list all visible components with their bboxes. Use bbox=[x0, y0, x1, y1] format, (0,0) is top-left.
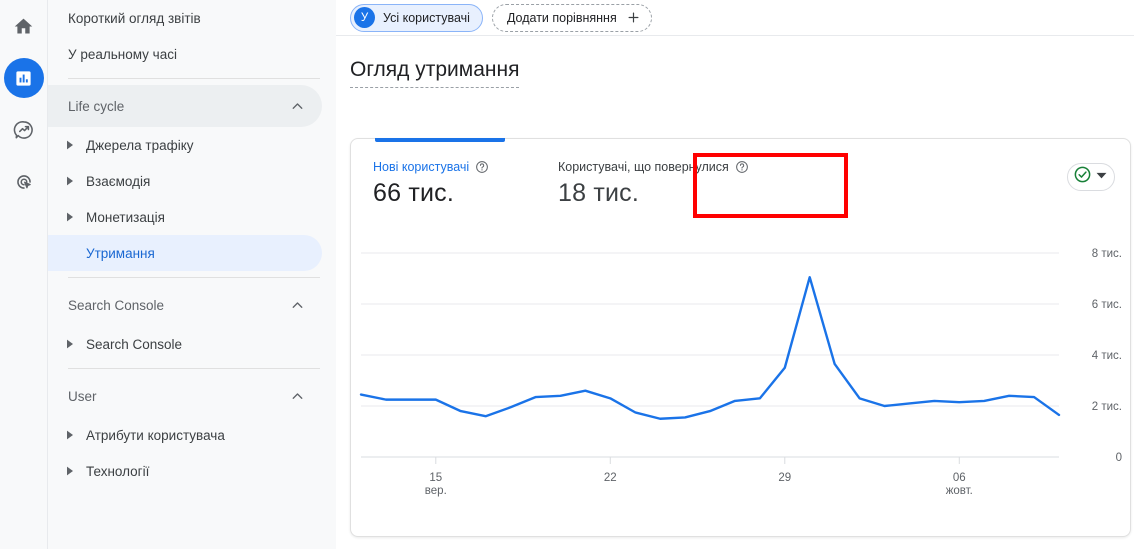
chart-y-tick-label: 8 тис. bbox=[1092, 248, 1122, 260]
chart-svg: 8 тис. 6 тис. 4 тис. 2 тис. 0 15вер. 22 29 06жов… bbox=[359, 248, 1122, 497]
help-circle-icon[interactable] bbox=[475, 160, 489, 174]
metric-new-users-head: Нові користувачі bbox=[373, 160, 558, 174]
chevron-up-icon bbox=[289, 98, 306, 115]
caret-right-icon bbox=[62, 430, 78, 440]
sidebar-group-label: Life cycle bbox=[68, 98, 125, 114]
sidebar-divider-1 bbox=[68, 78, 320, 79]
card-status-dropdown[interactable] bbox=[1067, 163, 1115, 191]
sidebar-item-acquisition[interactable]: Джерела трафіку bbox=[48, 127, 322, 163]
active-metric-tab-indicator bbox=[375, 138, 505, 142]
explore-icon bbox=[13, 119, 35, 141]
sidebar-item-engagement[interactable]: Взаємодія bbox=[48, 163, 322, 199]
plus-icon bbox=[626, 10, 641, 25]
analytics-app: Короткий огляд звітів У реальному часі L… bbox=[0, 0, 1134, 549]
add-comparison-chip[interactable]: Додати порівняння bbox=[491, 3, 652, 32]
home-icon bbox=[13, 16, 34, 37]
rail-item-home[interactable] bbox=[4, 6, 44, 46]
chart-x-tick-label: 06 bbox=[953, 472, 966, 484]
chevron-up-icon bbox=[289, 388, 306, 405]
chart-x-tick-label: 29 bbox=[778, 472, 791, 484]
sidebar-item-monetisation[interactable]: Монетизація bbox=[48, 199, 322, 235]
sidebar-item-label: У реальному часі bbox=[68, 46, 177, 62]
sidebar-item-label: Утримання bbox=[86, 245, 155, 261]
audience-chip-label: Усі користувачі bbox=[383, 10, 470, 25]
page-title-underline bbox=[350, 87, 520, 88]
reports-icon bbox=[14, 69, 33, 88]
caret-right-icon bbox=[62, 212, 78, 222]
chart-y-tick-label: 6 тис. bbox=[1092, 299, 1122, 311]
new-users-trend-chart[interactable]: 8 тис. 6 тис. 4 тис. 2 тис. 0 15 вер. 22 29 06 жов… bbox=[351, 235, 1132, 525]
sidebar-item-label: Монетизація bbox=[86, 209, 165, 225]
page-title-text: Огляд утримання bbox=[350, 58, 520, 81]
metric-new-users[interactable]: Нові користувачі 66 тис. bbox=[373, 160, 558, 208]
chart-y-tick-label: 0 bbox=[1116, 452, 1122, 464]
metric-returning-users-value: 18 тис. bbox=[558, 179, 640, 207]
chart-y-tick-label: 2 тис. bbox=[1092, 401, 1122, 413]
sidebar-group-label: Search Console bbox=[68, 297, 165, 313]
sidebar-item-label: Атрибути користувача bbox=[86, 427, 225, 443]
sidebar-group-search-console[interactable]: Search Console bbox=[48, 284, 322, 326]
audience-avatar: У bbox=[354, 7, 375, 28]
metric-returning-users-label: Користувачі, що повернулися bbox=[558, 160, 729, 174]
icon-rail bbox=[0, 0, 48, 549]
rail-item-reports[interactable] bbox=[3, 58, 44, 98]
sidebar-item-label: Джерела трафіку bbox=[86, 137, 194, 153]
sidebar-item-search-console[interactable]: Search Console bbox=[48, 326, 322, 362]
sidebar-item-label: Короткий огляд звітів bbox=[68, 10, 201, 26]
chart-x-tick-sublabel: жовт. bbox=[946, 485, 973, 497]
sidebar-item-user-attributes[interactable]: Атрибути користувача bbox=[48, 417, 322, 453]
metric-returning-users-head: Користувачі, що повернулися bbox=[558, 160, 749, 174]
metric-new-users-value: 66 тис. bbox=[373, 179, 455, 207]
main-content: У Усі користувачі Додати порівняння Огля… bbox=[336, 0, 1134, 549]
comparison-toolbar: У Усі користувачі Додати порівняння bbox=[336, 0, 1134, 36]
sidebar-item-realtime[interactable]: У реальному часі bbox=[48, 36, 322, 72]
chart-x-tick-label: 15 bbox=[429, 472, 442, 484]
sidebar-item-label: Технології bbox=[86, 463, 150, 479]
sidebar-group-user[interactable]: User bbox=[48, 375, 322, 417]
caret-right-icon bbox=[62, 176, 78, 186]
sidebar-item-label: Взаємодія bbox=[86, 173, 151, 189]
caret-right-icon bbox=[62, 466, 78, 476]
sidebar-divider-2 bbox=[68, 277, 320, 278]
chart-x-tick-label: 22 bbox=[604, 472, 617, 484]
chart-y-tick-label: 4 тис. bbox=[1092, 350, 1122, 362]
sidebar-group-life-cycle[interactable]: Life cycle bbox=[48, 85, 322, 127]
help-circle-icon[interactable] bbox=[735, 160, 749, 174]
sidebar-divider-3 bbox=[68, 368, 320, 369]
sidebar-item-label: Search Console bbox=[86, 336, 183, 352]
add-comparison-label: Додати порівняння bbox=[506, 10, 617, 25]
metric-summary-row: Нові користувачі 66 тис. Користувачі, що… bbox=[351, 139, 1130, 208]
sidebar-item-retention[interactable]: Утримання bbox=[48, 235, 322, 271]
caret-right-icon bbox=[62, 140, 78, 150]
sidebar-item-reports-snapshot[interactable]: Короткий огляд звітів bbox=[48, 0, 322, 36]
rail-item-advertising[interactable] bbox=[4, 162, 44, 202]
caret-right-icon bbox=[62, 339, 78, 349]
sidebar-nav: Короткий огляд звітів У реальному часі L… bbox=[48, 0, 336, 549]
metric-returning-users[interactable]: Користувачі, що повернулися 18 тис. bbox=[558, 160, 749, 208]
sidebar-group-label: User bbox=[68, 388, 97, 404]
metric-new-users-label: Нові користувачі bbox=[373, 160, 470, 174]
check-circle-icon bbox=[1073, 165, 1092, 189]
page-title: Огляд утримання bbox=[336, 36, 520, 88]
advertising-icon bbox=[13, 171, 35, 193]
audience-chip-all-users[interactable]: У Усі користувачі bbox=[350, 3, 483, 32]
chevron-down-icon bbox=[1096, 168, 1107, 186]
chart-x-tick-sublabel: вер. bbox=[425, 485, 447, 497]
sidebar-item-tech[interactable]: Технології bbox=[48, 453, 322, 489]
chevron-up-icon bbox=[289, 297, 306, 314]
retention-overview-card: Нові користувачі 66 тис. Користувачі, що… bbox=[350, 138, 1131, 537]
rail-item-explore[interactable] bbox=[4, 110, 44, 150]
chart-series-line bbox=[359, 276, 1061, 420]
